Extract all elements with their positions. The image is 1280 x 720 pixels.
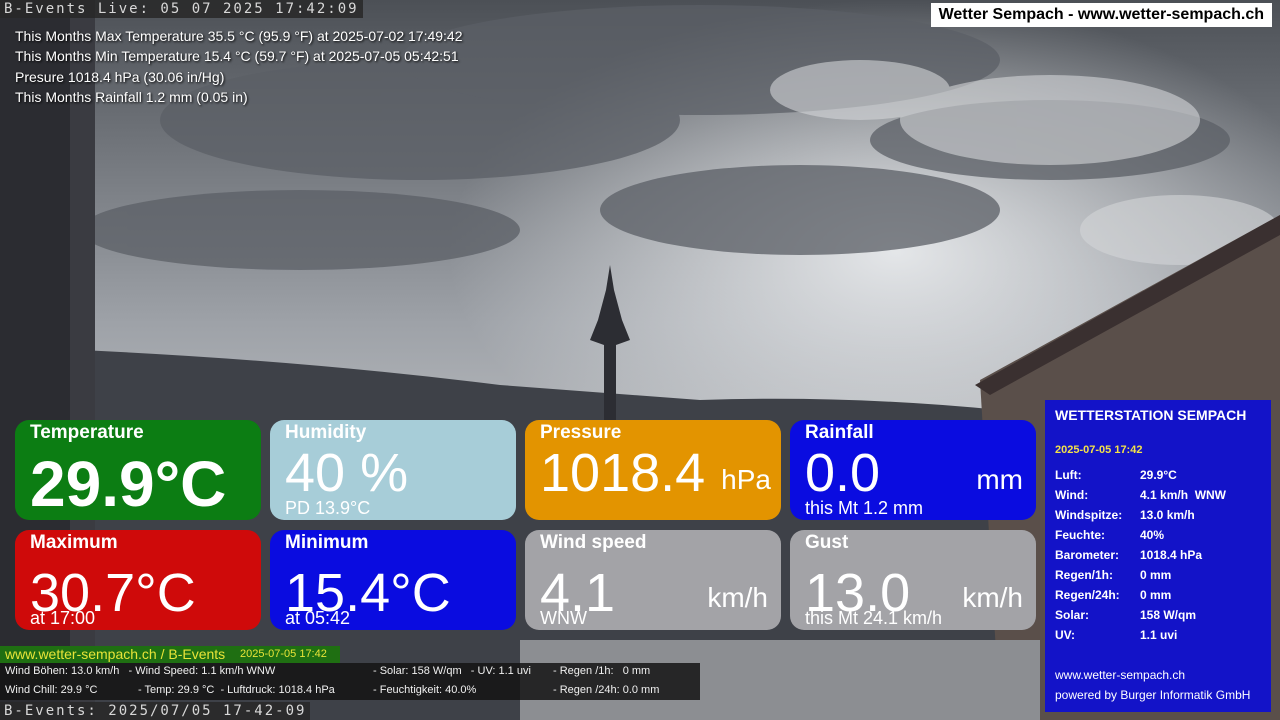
windspeed-tile: Wind speed 4.1 km/h WNW (525, 530, 781, 630)
station-panel: WETTERSTATION SEMPACH 2025-07-05 17:42 L… (1045, 400, 1271, 712)
pressure-value: 1018.4 (540, 443, 706, 503)
tile-title: Temperature (30, 422, 144, 443)
ticker-timestamp: 2025-07-05 17:42 (240, 648, 327, 660)
ticker-url: www.wetter-sempach.ch / B-Events (5, 646, 226, 662)
wind-direction: WNW (540, 608, 587, 628)
maximum-time: at 17:00 (30, 608, 96, 628)
station-powered-by: powered by Burger Informatik GmbH (1055, 688, 1251, 702)
station-url: www.wetter-sempach.ch (1055, 668, 1186, 682)
station-row: Windspitze: 13.0 km/h (1055, 505, 1195, 525)
station-row-key: Solar: (1055, 608, 1090, 622)
station-row-value: 0 mm (1140, 588, 1172, 602)
station-row-value: 13.0 km/h (1140, 508, 1195, 522)
station-row-key: Regen/24h: (1055, 588, 1120, 602)
humidity-tile: Humidity 40 % PD 13.9°C (270, 420, 516, 520)
station-row-value: 0 mm (1140, 568, 1172, 582)
rainfall-unit: mm (976, 464, 1023, 495)
month-stats: This Months Max Temperature 35.5 °C (95.… (15, 26, 463, 107)
site-title: Wetter Sempach - www.wetter-sempach.ch (930, 3, 1272, 27)
month-pressure: Presure 1018.4 hPa (30.06 in/Hg) (15, 68, 225, 85)
station-row-key: Barometer: (1055, 548, 1120, 562)
station-row-value: 1018.4 hPa (1140, 548, 1203, 562)
tile-title: Humidity (285, 422, 367, 443)
station-timestamp: 2025-07-05 17:42 (1055, 444, 1143, 456)
station-row: Wind: 4.1 km/h WNW (1055, 485, 1226, 505)
station-row-value: 29.9°C (1140, 468, 1177, 482)
month-min-temp: This Months Min Temperature 15.4 °C (59.… (15, 48, 459, 65)
temperature-tile: Temperature 29.9°C (15, 420, 261, 520)
station-row-value: 1.1 uvi (1140, 628, 1178, 642)
ticker-line1-rain: - Regen /1h: 0 mm (553, 665, 651, 677)
pressure-unit: hPa (721, 464, 771, 495)
rainfall-value: 0.0 (805, 443, 881, 503)
tile-title: Wind speed (540, 532, 647, 553)
gust-tile: Gust 13.0 km/h this Mt 24.1 km/h (790, 530, 1036, 630)
station-row: Feuchte: 40% (1055, 525, 1164, 545)
ticker-line2-rain: - Regen /24h: 0.0 mm (553, 684, 660, 696)
minimum-tile: Minimum 15.4°C at 05:42 (270, 530, 516, 630)
station-row: Solar: 158 W/qm (1055, 605, 1196, 625)
station-heading: WETTERSTATION SEMPACH (1055, 407, 1247, 423)
ticker-line1-solar: - Solar: 158 W/qm - UV: 1.1 uvi (373, 665, 531, 677)
station-row-key: Feuchte: (1055, 528, 1106, 542)
station-row-key: Luft: (1055, 468, 1082, 482)
tile-title: Gust (805, 532, 849, 553)
camera-timestamp-bottom: B-Events: 2025/07/05 17-42-09 (0, 702, 311, 720)
ticker-line1-wind: Wind Böhen: 13.0 km/h - Wind Speed: 1.1 … (5, 665, 276, 677)
maximum-tile: Maximum 30.7°C at 17:00 (15, 530, 261, 630)
ticker-line2-chill: Wind Chill: 29.9 °C (5, 684, 98, 696)
ticker-line2-humidity: - Feuchtigkeit: 40.0% (373, 684, 477, 696)
station-row-value: 4.1 km/h WNW (1140, 488, 1227, 502)
ticker-line2-temp: - Temp: 29.9 °C - Luftdruck: 1018.4 hPa (138, 684, 335, 696)
station-row: Regen/24h: 0 mm (1055, 585, 1171, 605)
month-max-temp: This Months Max Temperature 35.5 °C (95.… (15, 28, 463, 44)
station-row: Luft: 29.9°C (1055, 465, 1177, 485)
camera-timestamp-top: B-Events Live: 05 07 2025 17:42:09 (0, 0, 363, 18)
rainfall-tile: Rainfall 0.0 mm this Mt 1.2 mm (790, 420, 1036, 520)
humidity-value: 40 % (285, 443, 409, 503)
rainfall-month: this Mt 1.2 mm (805, 498, 924, 518)
gust-unit: km/h (962, 582, 1023, 613)
station-row: UV: 1.1 uvi (1055, 625, 1177, 645)
station-row-value: 40% (1140, 528, 1165, 542)
station-row-key: Windspitze: (1055, 508, 1123, 522)
station-row-key: UV: (1055, 628, 1076, 642)
tile-title: Maximum (30, 532, 118, 553)
station-row-value: 158 W/qm (1140, 608, 1197, 622)
station-row-key: Regen/1h: (1055, 568, 1114, 582)
month-rainfall: This Months Rainfall 1.2 mm (0.05 in) (15, 88, 248, 105)
station-row: Regen/1h: 0 mm (1055, 565, 1171, 585)
station-row: Barometer: 1018.4 hPa (1055, 545, 1202, 565)
tile-title: Minimum (285, 532, 369, 553)
minimum-time: at 05:42 (285, 608, 351, 628)
pressure-tile: Pressure 1018.4 hPa (525, 420, 781, 520)
tile-title: Rainfall (805, 422, 874, 443)
tile-title: Pressure (540, 422, 622, 443)
windspeed-unit: km/h (707, 582, 768, 613)
temperature-value: 29.9°C (30, 448, 227, 520)
station-row-key: Wind: (1055, 488, 1089, 502)
gust-month: this Mt 24.1 km/h (805, 608, 943, 628)
humidity-dewpoint: PD 13.9°C (285, 498, 371, 518)
